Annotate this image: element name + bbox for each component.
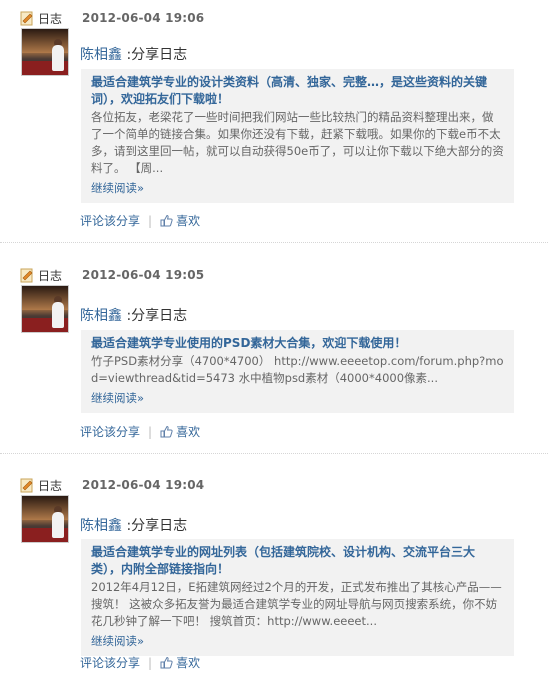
- shared-journal-card: 最适合建筑学专业的网址列表（包括建筑院校、设计机构、交流平台三大类），内附全部链…: [81, 539, 514, 656]
- divider: |: [148, 424, 153, 439]
- journal-summary: 竹子PSD素材分享（4700*4700） http://www.eeeetop.…: [91, 354, 504, 385]
- entry-actions: 评论该分享 | 喜欢: [80, 212, 200, 229]
- journal-icon: [20, 268, 34, 283]
- avatar[interactable]: [21, 28, 69, 76]
- thumbs-up-icon: [160, 425, 173, 438]
- entry-actions: 评论该分享 | 喜欢: [80, 423, 200, 440]
- journal-icon: [20, 11, 34, 26]
- category-label: 日志: [38, 11, 63, 26]
- divider: |: [148, 213, 153, 228]
- avatar[interactable]: [21, 285, 69, 333]
- like-link[interactable]: 喜欢: [176, 654, 200, 671]
- entry-header: 日志 2012-06-04 19:06: [20, 8, 204, 28]
- avatar[interactable]: [21, 495, 69, 543]
- continue-reading-link[interactable]: 继续阅读»: [91, 180, 144, 197]
- entry-header: 日志 2012-06-04 19:04: [20, 475, 204, 495]
- journal-title-link[interactable]: 最适合建筑学专业使用的PSD素材大合集，欢迎下载使用！: [91, 335, 504, 352]
- divider: |: [148, 655, 153, 670]
- author-link[interactable]: 陈相鑫: [80, 47, 122, 63]
- author-link[interactable]: 陈相鑫: [80, 518, 122, 534]
- share-action: :分享日志: [126, 518, 188, 534]
- share-feed: 日志 2012-06-04 19:06 陈相鑫 :分享日志 最适合建筑学专业的设…: [0, 0, 548, 685]
- share-action: :分享日志: [126, 308, 188, 324]
- feed-entry: 日志 2012-06-04 19:06 陈相鑫 :分享日志 最适合建筑学专业的设…: [0, 0, 548, 243]
- share-title-line: 陈相鑫 :分享日志: [80, 305, 187, 325]
- share-title-line: 陈相鑫 :分享日志: [80, 515, 187, 535]
- category-label: 日志: [38, 268, 63, 283]
- journal-summary: 各位拓友，老梁花了一些时间把我们网站一些比较热门的精品资料整理出来，做了一个简单…: [91, 110, 504, 175]
- timestamp: 2012-06-04 19:04: [82, 478, 205, 492]
- entry-actions: 评论该分享 | 喜欢: [80, 654, 200, 671]
- shared-journal-card: 最适合建筑学专业的设计类资料（高清、独家、完整…，是这些资料的关键词），欢迎拓友…: [81, 69, 514, 203]
- journal-title-link[interactable]: 最适合建筑学专业的设计类资料（高清、独家、完整…，是这些资料的关键词），欢迎拓友…: [91, 74, 504, 108]
- like-link[interactable]: 喜欢: [176, 423, 200, 440]
- thumbs-up-icon: [160, 214, 173, 227]
- timestamp: 2012-06-04 19:05: [82, 268, 205, 282]
- journal-summary: 2012年4月12日，E拓建筑网经过2个月的开发，正式发布推出了其核心产品——搜…: [91, 580, 502, 628]
- author-link[interactable]: 陈相鑫: [80, 308, 122, 324]
- continue-reading-link[interactable]: 继续阅读»: [91, 390, 144, 407]
- category-label: 日志: [38, 478, 63, 493]
- comment-share-link[interactable]: 评论该分享: [80, 654, 140, 671]
- feed-entry: 日志 2012-06-04 19:05 陈相鑫 :分享日志 最适合建筑学专业使用…: [0, 243, 548, 454]
- entry-header: 日志 2012-06-04 19:05: [20, 265, 204, 285]
- share-title-line: 陈相鑫 :分享日志: [80, 44, 187, 64]
- journal-icon: [20, 478, 34, 493]
- comment-share-link[interactable]: 评论该分享: [80, 212, 140, 229]
- thumbs-up-icon: [160, 656, 173, 669]
- comment-share-link[interactable]: 评论该分享: [80, 423, 140, 440]
- like-link[interactable]: 喜欢: [176, 212, 200, 229]
- timestamp: 2012-06-04 19:06: [82, 11, 205, 25]
- continue-reading-link[interactable]: 继续阅读»: [91, 633, 144, 650]
- share-action: :分享日志: [126, 47, 188, 63]
- journal-title-link[interactable]: 最适合建筑学专业的网址列表（包括建筑院校、设计机构、交流平台三大类），内附全部链…: [91, 544, 504, 578]
- feed-entry: 日志 2012-06-04 19:04 陈相鑫 :分享日志 最适合建筑学专业的网…: [0, 454, 548, 685]
- shared-journal-card: 最适合建筑学专业使用的PSD素材大合集，欢迎下载使用！ 竹子PSD素材分享（47…: [81, 330, 514, 413]
